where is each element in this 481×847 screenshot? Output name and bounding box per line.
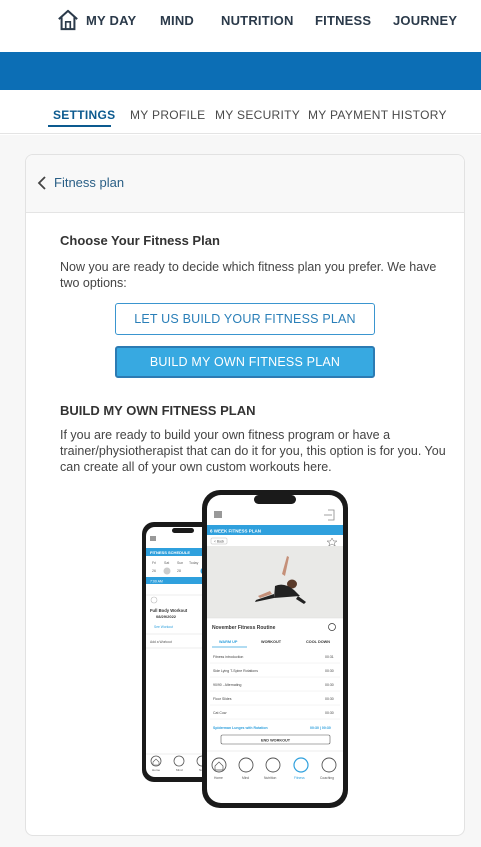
back-phone-workout: Full Body Workout (150, 608, 188, 613)
svg-text:00:30: 00:30 (325, 669, 334, 673)
svg-text:00:30: 00:30 (325, 683, 334, 687)
build-my-own-button[interactable]: BUILD MY OWN FITNESS PLAN (115, 346, 375, 378)
nav-nutrition[interactable]: NUTRITION (221, 13, 294, 28)
top-nav: MY DAY MIND NUTRITION FITNESS JOURNEY (0, 0, 481, 52)
svg-text:See Workout: See Workout (154, 625, 173, 629)
choose-plan-heading: Choose Your Fitness Plan (60, 233, 220, 248)
svg-text:WORKOUT: WORKOUT (261, 640, 282, 644)
svg-text:00:30 | 00:30: 00:30 | 00:30 (310, 726, 331, 730)
nav-journey[interactable]: JOURNEY (393, 13, 457, 28)
svg-text:Mind: Mind (176, 768, 183, 772)
build-own-text: If you are ready to build your own fitne… (60, 428, 446, 474)
tab-settings[interactable]: SETTINGS (53, 108, 115, 122)
fitness-plan-card: Fitness plan Choose Your Fitness Plan No… (25, 154, 465, 836)
svg-text:Cat Cow: Cat Cow (213, 711, 227, 715)
svg-text:00:30: 00:30 (325, 697, 334, 701)
let-us-build-button[interactable]: LET US BUILD YOUR FITNESS PLAN (115, 303, 375, 335)
chevron-left-icon[interactable] (36, 176, 48, 190)
active-tab-indicator (48, 125, 111, 127)
svg-text:00:31: 00:31 (325, 655, 334, 659)
settings-tabs: SETTINGS MY PROFILE MY SECURITY MY PAYME… (0, 90, 481, 134)
svg-text:Today: Today (189, 561, 199, 565)
nav-my-day[interactable]: MY DAY (86, 13, 136, 28)
svg-text:Home: Home (214, 776, 223, 780)
svg-text:< Back: < Back (214, 540, 225, 544)
tab-my-profile[interactable]: MY PROFILE (130, 108, 205, 122)
svg-text:Mind: Mind (242, 776, 249, 780)
svg-text:26: 26 (152, 569, 156, 573)
svg-text:Nutrition: Nutrition (264, 776, 276, 780)
svg-text:Coaching: Coaching (320, 776, 334, 780)
nav-fitness[interactable]: FITNESS (315, 13, 371, 28)
svg-text:28: 28 (177, 569, 181, 573)
back-phone-header: FITNESS SCHEDULE (150, 550, 190, 555)
svg-text:08/29/2022: 08/29/2022 (156, 614, 177, 619)
choose-plan-text: Now you are ready to decide which fitnes… (60, 260, 437, 290)
svg-text:Fri: Fri (152, 561, 156, 565)
svg-text:7:00 AM: 7:00 AM (150, 580, 163, 584)
svg-text:Fitness introduction: Fitness introduction (213, 655, 243, 659)
tab-my-security[interactable]: MY SECURITY (215, 108, 300, 122)
app-phones-illustration: FITNESS SCHEDULE Fri Sat Sun Today 26 28… (142, 490, 348, 808)
end-workout-button: END WORKOUT (261, 739, 291, 743)
brand-banner (0, 52, 481, 90)
front-phone: 6 WEEK FITNESS PLAN < Back November Fitn… (202, 490, 348, 808)
build-own-heading: BUILD MY OWN FITNESS PLAN (60, 403, 256, 418)
svg-text:Sat: Sat (164, 561, 169, 565)
home-icon[interactable] (57, 9, 79, 31)
front-phone-header: 6 WEEK FITNESS PLAN (210, 529, 261, 534)
svg-text:Add a Workout: Add a Workout (150, 640, 172, 644)
svg-text:COOL DOWN: COOL DOWN (306, 640, 330, 644)
svg-text:Fitness: Fitness (294, 776, 305, 780)
svg-text:Side Lying T-Spine Rotations: Side Lying T-Spine Rotations (213, 669, 258, 673)
back-link-fitness-plan[interactable]: Fitness plan (54, 175, 124, 190)
svg-text:00:30: 00:30 (325, 711, 334, 715)
routine-title: November Fitness Routine (212, 625, 276, 631)
svg-text:Floor Slides: Floor Slides (213, 697, 232, 701)
nav-mind[interactable]: MIND (160, 13, 194, 28)
tab-my-payment-history[interactable]: MY PAYMENT HISTORY (308, 108, 447, 122)
svg-text:90/90 - Alternating: 90/90 - Alternating (213, 683, 241, 687)
svg-text:Home: Home (152, 768, 160, 772)
svg-text:Spiderman Lunges with Rotation: Spiderman Lunges with Rotation (213, 726, 268, 730)
svg-text:WARM UP: WARM UP (219, 640, 238, 644)
card-header[interactable]: Fitness plan (26, 155, 464, 213)
svg-text:Sun: Sun (177, 561, 183, 565)
